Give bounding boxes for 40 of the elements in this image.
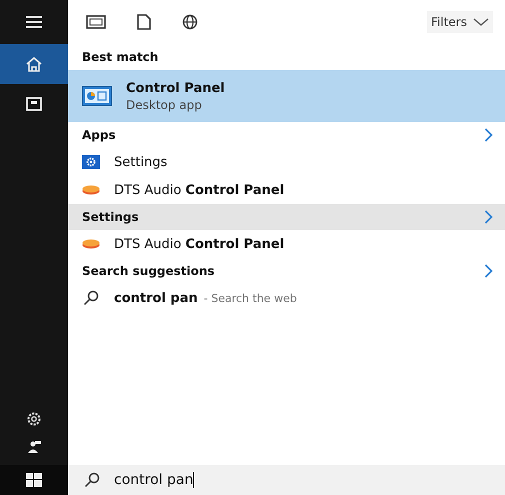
- chevron-down-icon: [473, 18, 489, 26]
- item-title: DTS Audio Control Panel: [114, 236, 284, 252]
- section-title: Apps: [82, 128, 116, 142]
- settings-icon: [82, 155, 100, 169]
- result-item[interactable]: DTS Audio Control Panel: [68, 176, 505, 204]
- document-icon[interactable]: [136, 14, 152, 30]
- item-title: Settings: [114, 154, 168, 170]
- audio-app-icon: [82, 239, 100, 249]
- section-title: Settings: [82, 210, 139, 224]
- section-title: Search suggestions: [82, 264, 215, 278]
- globe-icon[interactable]: [182, 14, 198, 30]
- windows-icon: [26, 473, 42, 487]
- nav-button[interactable]: [0, 44, 68, 84]
- item-title: control pan: [114, 290, 198, 306]
- hint-text: - Search the web: [204, 292, 297, 304]
- item-subtitle: Desktop app: [126, 98, 203, 112]
- person-icon: [26, 440, 42, 454]
- item-title: DTS Audio Control Panel: [114, 182, 284, 198]
- settings-icon: [26, 411, 42, 427]
- section-title: Best match: [82, 50, 158, 64]
- result-item[interactable]: Control Panel Desktop app: [68, 70, 505, 122]
- item-title: Control Panel: [126, 80, 225, 96]
- result-item[interactable]: Settings: [68, 148, 505, 176]
- start-button[interactable]: [0, 465, 68, 495]
- search-text: control pan: [114, 472, 194, 488]
- apps-filter-icon[interactable]: [86, 15, 106, 29]
- search-icon: [83, 290, 99, 306]
- result-item[interactable]: control pan - Search the web: [68, 284, 505, 312]
- filters-button[interactable]: Filters: [427, 11, 493, 33]
- tablet-icon: [26, 97, 42, 111]
- audio-app-icon: [82, 185, 100, 195]
- menu-icon: [26, 16, 42, 28]
- result-item[interactable]: DTS Audio Control Panel: [68, 230, 505, 258]
- search-icon: [84, 472, 100, 488]
- chevron-right-icon[interactable]: [484, 128, 493, 142]
- chevron-right-icon[interactable]: [484, 210, 493, 224]
- control-panel-icon: [82, 86, 112, 106]
- chevron-right-icon[interactable]: [484, 264, 493, 278]
- search-field[interactable]: control pan: [68, 465, 505, 495]
- home-icon: [26, 56, 42, 72]
